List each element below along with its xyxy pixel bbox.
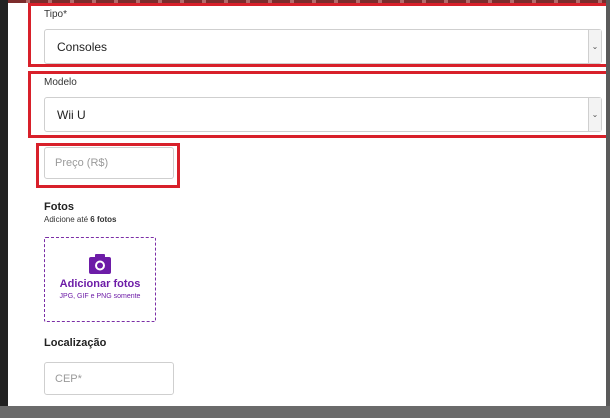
- tipo-highlight: [28, 3, 606, 67]
- photo-formats-hint: JPG, GIF e PNG somente: [59, 293, 141, 300]
- ad-form: Tipo* Consoles ⌄ Modelo Wii U ⌄ Preço (R…: [0, 0, 606, 406]
- location-title: Localização: [44, 337, 107, 349]
- cep-input[interactable]: CEP*: [44, 362, 174, 395]
- price-highlight: [36, 143, 180, 188]
- cep-placeholder: CEP*: [55, 372, 82, 385]
- bottom-bar: [0, 406, 610, 418]
- add-photos-button[interactable]: Adicionar fotos JPG, GIF e PNG somente: [44, 237, 156, 322]
- camera-icon: [89, 254, 111, 274]
- modelo-highlight: [28, 71, 606, 138]
- add-photos-label: Adicionar fotos: [59, 278, 141, 290]
- photos-title: Fotos: [44, 201, 74, 213]
- photos-hint: Adicione até 6 fotos: [44, 215, 117, 224]
